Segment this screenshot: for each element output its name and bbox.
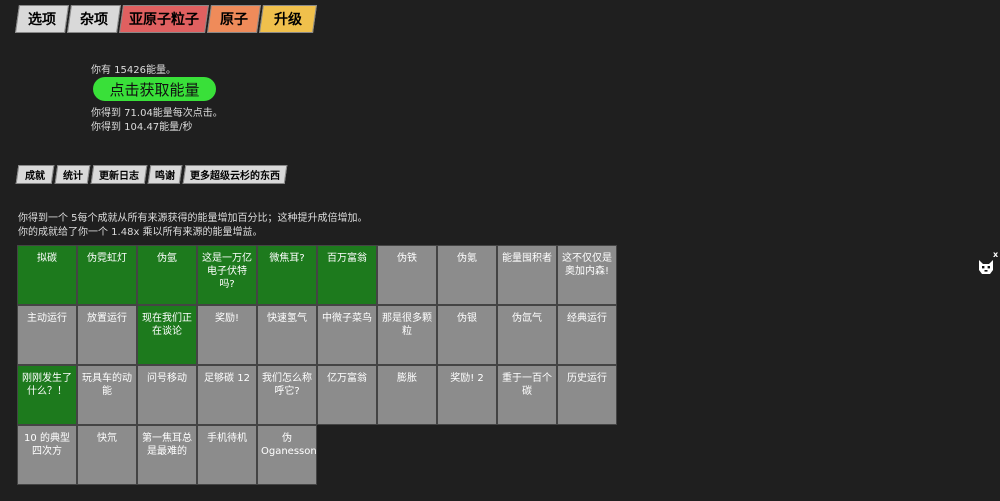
achievement-tile[interactable]: 第一焦耳总是最难的 (137, 425, 197, 485)
achievements-desc-line2: 你的成就给了你一个 1.48x 乘以所有来源的能量增益。 (18, 227, 263, 238)
achievement-tile[interactable]: 历史运行 (557, 365, 617, 425)
achievement-tile[interactable]: 重于一百个碳 (497, 365, 557, 425)
tab-more-label: 更多超级云杉的东西 (190, 171, 280, 182)
achievements-row: 刚刚发生了什么？！ 玩具车的动能 问号移动 足够碳 12 我们怎么称呼它? 亿万富翁 膨胀奖… (17, 365, 617, 425)
tab-credits[interactable]: 鸣谢 (147, 165, 183, 184)
achievement-tile[interactable]: 伪氪 (437, 245, 497, 305)
sub-tabs: 成就 统计 更新日志 鸣谢 更多超级云杉的东西 (15, 165, 289, 185)
achievements-row: 10 的典型四次方 快氘 第一焦耳总是最难的 手机待机伪 Oganesson (17, 425, 617, 485)
achievement-tile[interactable]: 中微子菜鸟 (317, 305, 377, 365)
tab-options[interactable]: 选项 (15, 5, 69, 33)
achievement-tile[interactable]: 能量囤积者 (497, 245, 557, 305)
achievements-row: 主动运行 放置运行 现在我们正在谈论 奖励! 快速氢气 中微子菜鸟 那是很多颗粒 伪银 伪氙气经… (17, 305, 617, 365)
energy-per-click: 你得到 71.04能量每次点击。 (91, 108, 223, 119)
achievement-tile[interactable]: 这是一万亿电子伏特吗? (197, 245, 257, 305)
achievement-tile[interactable]: 膨胀 (377, 365, 437, 425)
achievement-tile[interactable]: 主动运行 (17, 305, 77, 365)
tab-misc[interactable]: 杂项 (67, 5, 121, 33)
achievement-tile[interactable]: 玩具车的动能 (77, 365, 137, 425)
main-tabs: 选项 杂项 亚原子粒子 原子 升级 (15, 5, 317, 35)
tab-subatomic-particles[interactable]: 亚原子粒子 (119, 5, 209, 33)
tab-upgrades-label: 升级 (274, 12, 302, 28)
tab-atoms[interactable]: 原子 (207, 5, 261, 33)
achievement-tile[interactable]: 10 的典型四次方 (17, 425, 77, 485)
tab-misc-label: 杂项 (80, 12, 108, 28)
achievement-tile[interactable]: 拟碳 (17, 245, 77, 305)
tab-changelog[interactable]: 更新日志 (90, 165, 148, 184)
cat-icon[interactable] (977, 258, 995, 276)
tab-subatomic-label: 亚原子粒子 (129, 12, 199, 28)
achievement-tile[interactable]: 问号移动 (137, 365, 197, 425)
achievement-tile[interactable]: 现在我们正在谈论 (137, 305, 197, 365)
tab-upgrades[interactable]: 升级 (259, 5, 317, 33)
achievement-tile[interactable]: 亿万富翁 (317, 365, 377, 425)
tab-statistics-label: 统计 (62, 171, 83, 182)
tab-achievements-label: 成就 (25, 171, 45, 182)
tab-options-label: 选项 (28, 12, 56, 28)
achievement-tile[interactable]: 伪铁 (377, 245, 437, 305)
tab-achievements[interactable]: 成就 (15, 165, 55, 184)
achievements-desc-line1: 你得到一个 5每个成就从所有来源获得的能量增加百分比；这种提升成倍增加。 (18, 213, 368, 224)
achievement-tile[interactable]: 百万富翁 (317, 245, 377, 305)
achievement-tile[interactable]: 经典运行 (557, 305, 617, 365)
tab-more-spruce-stuff[interactable]: 更多超级云杉的东西 (182, 165, 288, 184)
achievement-tile[interactable]: 这不仅仅是奥加内森! (557, 245, 617, 305)
achievement-tile[interactable]: 快速氢气 (257, 305, 317, 365)
achievement-tile[interactable]: 伪氩 (137, 245, 197, 305)
tab-credits-label: 鸣谢 (155, 171, 175, 182)
achievement-tile[interactable]: 伪银 (437, 305, 497, 365)
achievement-tile[interactable]: 放置运行 (77, 305, 137, 365)
get-energy-button[interactable]: 点击获取能量 (93, 77, 216, 101)
energy-per-second: 你得到 104.47能量/秒 (91, 122, 193, 133)
achievement-tile[interactable]: 那是很多颗粒 (377, 305, 437, 365)
energy-amount: 你有 15426能量。 (91, 65, 176, 76)
achievement-tile[interactable]: 伪霓虹灯 (77, 245, 137, 305)
achievement-tile[interactable]: 伪 Oganesson (257, 425, 317, 485)
tab-atoms-label: 原子 (220, 12, 248, 28)
tab-changelog-label: 更新日志 (99, 171, 139, 182)
achievement-tile[interactable]: 奖励! (197, 305, 257, 365)
achievement-tile[interactable]: 快氘 (77, 425, 137, 485)
achievement-tile[interactable]: 手机待机 (197, 425, 257, 485)
achievement-tile[interactable]: 伪氙气 (497, 305, 557, 365)
achievement-tile[interactable]: 刚刚发生了什么？！ (17, 365, 77, 425)
tab-statistics[interactable]: 统计 (54, 165, 91, 184)
achievement-tile[interactable]: 足够碳 12 (197, 365, 257, 425)
achievement-tile[interactable]: 微焦耳? (257, 245, 317, 305)
achievement-tile[interactable]: 我们怎么称呼它? (257, 365, 317, 425)
achievement-tile[interactable]: 奖励! 2 (437, 365, 497, 425)
achievements-row: 拟碳 伪霓虹灯 伪氩 这是一万亿电子伏特吗? 微焦耳? 百万富翁 伪铁 伪氪 能量囤积者 这不仅仅… (17, 245, 617, 305)
achievements-grid: 拟碳 伪霓虹灯 伪氩 这是一万亿电子伏特吗? 微焦耳? 百万富翁 伪铁 伪氪 能量囤积者 这不仅仅… (17, 245, 617, 485)
